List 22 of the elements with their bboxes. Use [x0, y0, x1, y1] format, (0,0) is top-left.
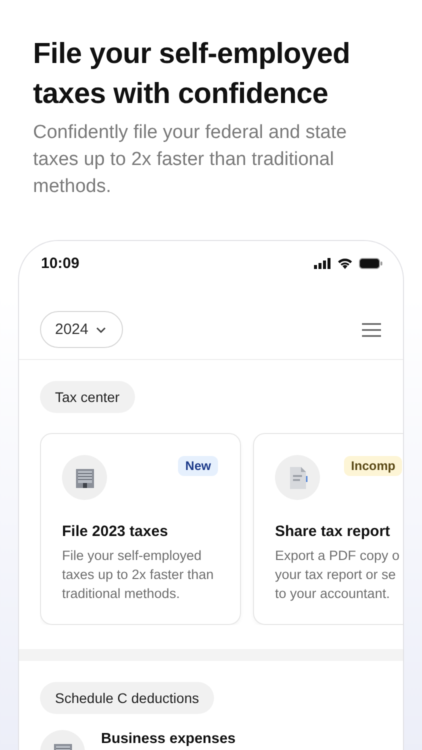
- battery-icon: [359, 258, 383, 268]
- menu-button[interactable]: [362, 322, 381, 336]
- status-time: 10:09: [41, 254, 80, 272]
- wifi-icon: [337, 257, 353, 269]
- building-icon: [74, 466, 96, 488]
- card-description: File your self-employed taxes up to 2x faster than traditional methods.: [62, 547, 215, 603]
- status-badge: Incomp: [344, 456, 402, 476]
- card-description: Export a PDF copy o your tax report or se to your accountant.: [275, 547, 401, 603]
- signal-icon: [314, 258, 331, 268]
- card-title: Share tax report: [275, 523, 392, 540]
- chevron-down-icon: [96, 326, 106, 332]
- year-dropdown[interactable]: 2024: [40, 311, 124, 348]
- section-label: Tax center: [40, 381, 135, 413]
- task-card[interactable]: Incomp Share tax report Export a PDF copy o your tax report or se to your accountant.: [253, 433, 403, 625]
- task-card[interactable]: New File 2023 taxes File your self-employed taxes up to 2x faster than traditional methods.: [40, 433, 241, 625]
- status-badge: New: [178, 456, 218, 476]
- subtitle: Confidently file your federal and state taxes up to 2x faster than traditional methods.: [33, 121, 348, 199]
- headline: File your self-employed taxes with confidence: [33, 37, 352, 112]
- menu-icon: [362, 322, 381, 336]
- card-title: File 2023 taxes: [62, 523, 169, 540]
- section-label: Schedule C deductions: [40, 682, 214, 714]
- row-title: Business expenses: [101, 731, 236, 747]
